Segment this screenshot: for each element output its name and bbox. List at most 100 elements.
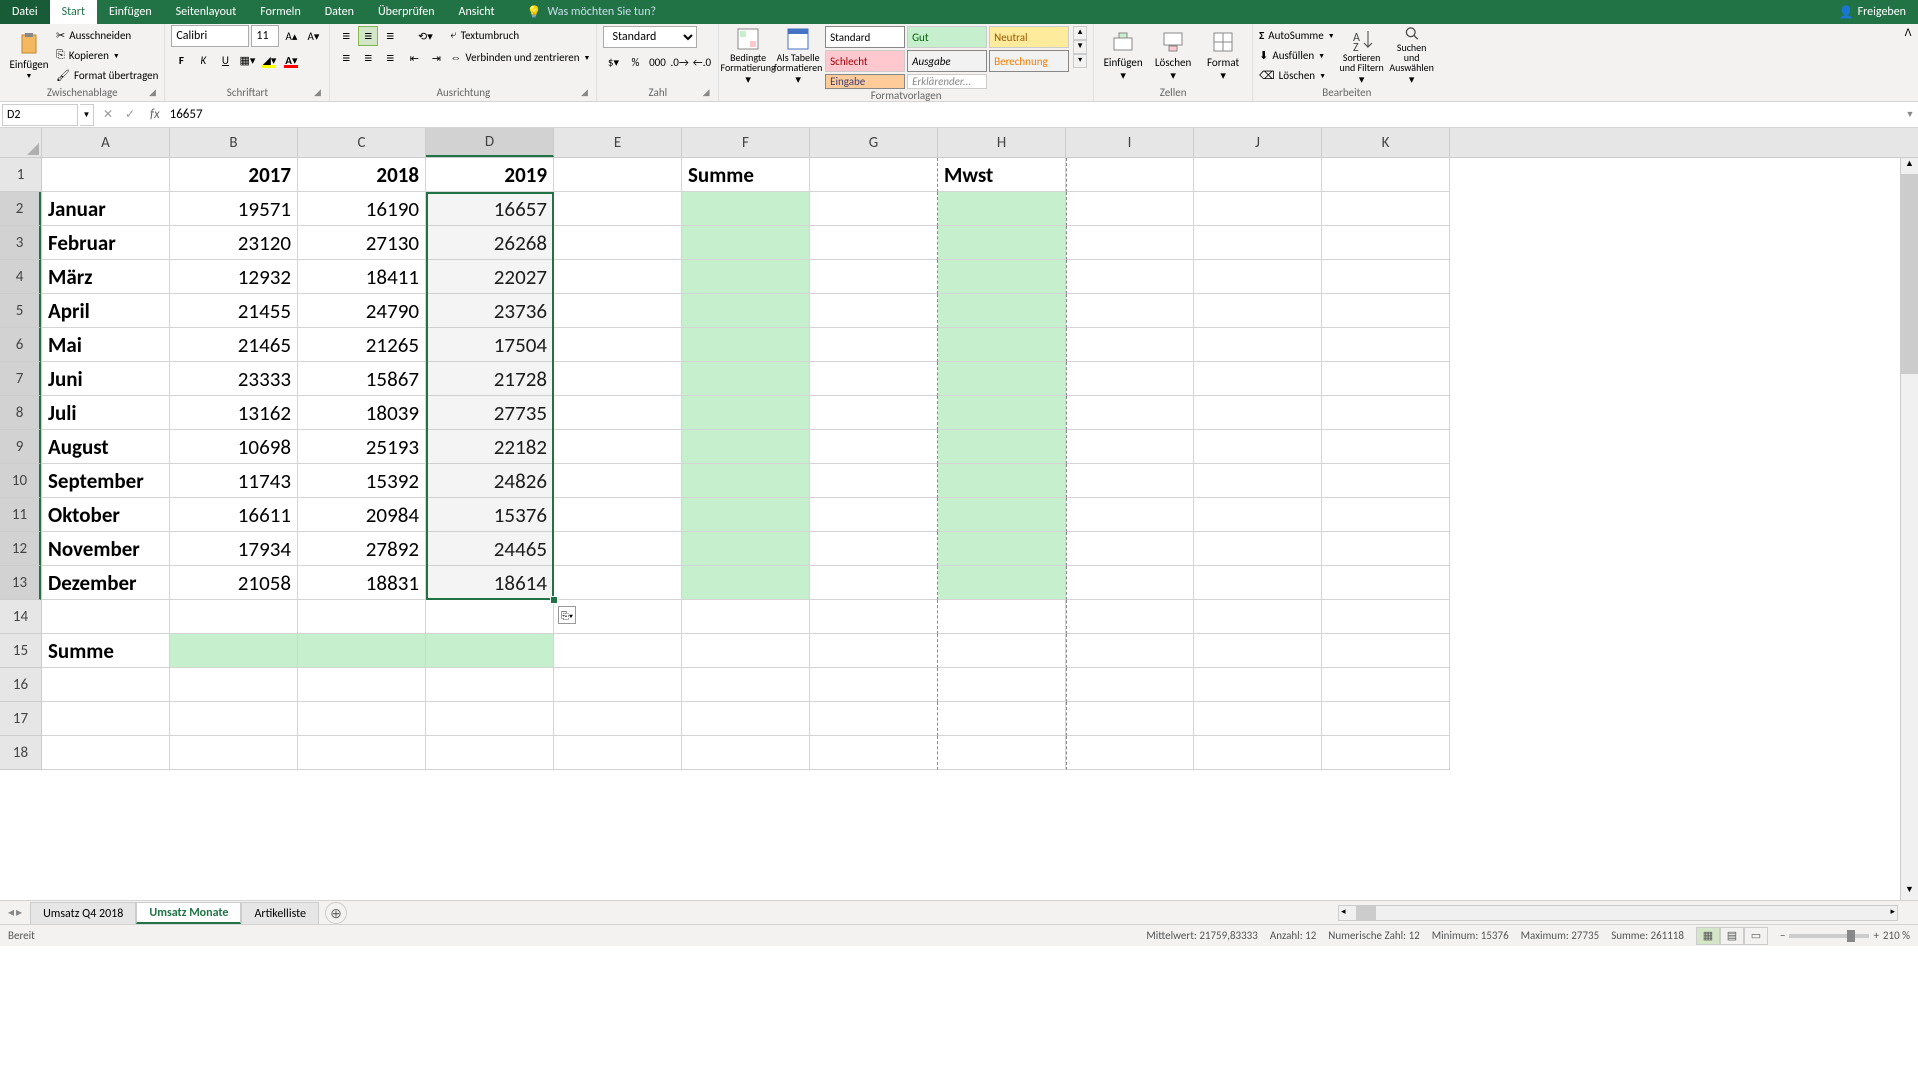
cell[interactable] [1194,634,1322,668]
cell[interactable] [1322,668,1450,702]
cell[interactable] [554,498,682,532]
tab-seitenlayout[interactable]: Seitenlayout [164,0,249,24]
cell[interactable] [810,226,938,260]
row-header-7[interactable]: 7 [0,362,41,396]
cell[interactable] [1066,498,1194,532]
col-header-H[interactable]: H [938,128,1066,157]
style-eingabe[interactable]: Eingabe [825,74,905,89]
cell[interactable] [42,736,170,770]
font-launcher[interactable]: ◢ [311,87,323,99]
cell[interactable] [1322,464,1450,498]
cell[interactable] [1194,430,1322,464]
cell[interactable] [1322,566,1450,600]
cell[interactable] [682,566,810,600]
border-button[interactable]: ▦▾ [237,50,257,70]
wrap-text-button[interactable]: ⤶Textumbruch [450,26,590,44]
fill-handle[interactable] [550,596,558,604]
cell[interactable]: 16190 [298,192,426,226]
vertical-scrollbar[interactable]: ▲ ▼ [1900,158,1918,900]
cell[interactable] [810,634,938,668]
col-header-K[interactable]: K [1322,128,1450,157]
cell[interactable] [1066,294,1194,328]
alignment-launcher[interactable]: ◢ [578,87,590,99]
cell[interactable]: 22182 [426,430,554,464]
cell[interactable] [170,736,298,770]
expand-formula-bar[interactable]: ▼ [1902,109,1918,120]
cell[interactable] [1066,430,1194,464]
cell[interactable] [1322,294,1450,328]
cell[interactable] [810,600,938,634]
zoom-out-button[interactable]: − [1780,929,1785,942]
cell[interactable] [554,634,682,668]
cell[interactable] [554,260,682,294]
cell[interactable] [682,736,810,770]
cell[interactable] [1322,226,1450,260]
cell[interactable] [1194,362,1322,396]
cell[interactable]: 27892 [298,532,426,566]
cell[interactable] [170,668,298,702]
merge-button[interactable]: ⇔Verbinden und zentrieren▼ [450,48,590,66]
font-name-select[interactable] [171,25,249,47]
cell[interactable] [682,430,810,464]
view-normal-button[interactable]: ▦ [1696,927,1720,945]
paste-button[interactable]: Einfügen ▼ [6,26,52,86]
fill-color-button[interactable]: ◢▾ [259,50,279,70]
cell[interactable] [1066,226,1194,260]
col-header-F[interactable]: F [682,128,810,157]
cell[interactable] [1322,328,1450,362]
cell[interactable] [1322,736,1450,770]
cell[interactable]: 17504 [426,328,554,362]
row-header-9[interactable]: 9 [0,430,41,464]
paste-options-button[interactable]: ⎘▾ [558,606,576,624]
cell[interactable] [682,668,810,702]
cell[interactable] [1194,192,1322,226]
decrease-indent-button[interactable]: ⇤ [404,48,424,68]
format-cells-button[interactable]: Format▾ [1200,26,1246,86]
cell[interactable] [1066,260,1194,294]
cell[interactable] [1322,634,1450,668]
row-header-15[interactable]: 15 [0,634,41,668]
cell[interactable]: 19571 [170,192,298,226]
cell[interactable] [554,702,682,736]
col-header-E[interactable]: E [554,128,682,157]
sort-filter-button[interactable]: AZSortieren und Filtern▾ [1339,26,1385,86]
cell[interactable]: 21455 [170,294,298,328]
cell[interactable]: Summe [42,634,170,668]
share-button[interactable]: 👤 Freigeben [1839,5,1906,20]
cell[interactable]: November [42,532,170,566]
style-berechnung[interactable]: Berechnung [989,50,1069,72]
cell[interactable] [298,702,426,736]
col-header-J[interactable]: J [1194,128,1322,157]
clear-button[interactable]: ⌫Löschen▼ [1259,66,1335,84]
cell[interactable] [810,702,938,736]
decrease-font-button[interactable]: A▾ [303,26,323,46]
cell[interactable] [1322,702,1450,736]
tab-file[interactable]: Datei [0,0,50,24]
cell[interactable] [938,498,1066,532]
cell[interactable] [554,566,682,600]
cell[interactable] [298,600,426,634]
cell[interactable] [1066,328,1194,362]
insert-cells-button[interactable]: Einfügen▾ [1100,26,1146,86]
cell[interactable] [1066,634,1194,668]
cell[interactable]: Oktober [42,498,170,532]
cell[interactable] [1194,532,1322,566]
cell[interactable]: 16611 [170,498,298,532]
cell[interactable]: März [42,260,170,294]
tab-start[interactable]: Start [50,0,97,24]
cell[interactable] [682,362,810,396]
increase-indent-button[interactable]: ⇥ [426,48,446,68]
cells-area[interactable]: 201720182019SummeMwstJanuar1957116190166… [42,158,1450,770]
cell[interactable] [1066,532,1194,566]
zoom-slider[interactable] [1789,934,1869,938]
cell[interactable] [682,532,810,566]
cell[interactable]: Summe [682,158,810,192]
cell[interactable]: 13162 [170,396,298,430]
cell[interactable] [938,600,1066,634]
cell[interactable]: 22027 [426,260,554,294]
cell[interactable] [1322,498,1450,532]
cell[interactable] [938,226,1066,260]
row-header-5[interactable]: 5 [0,294,41,328]
cell[interactable] [1194,498,1322,532]
col-header-I[interactable]: I [1066,128,1194,157]
